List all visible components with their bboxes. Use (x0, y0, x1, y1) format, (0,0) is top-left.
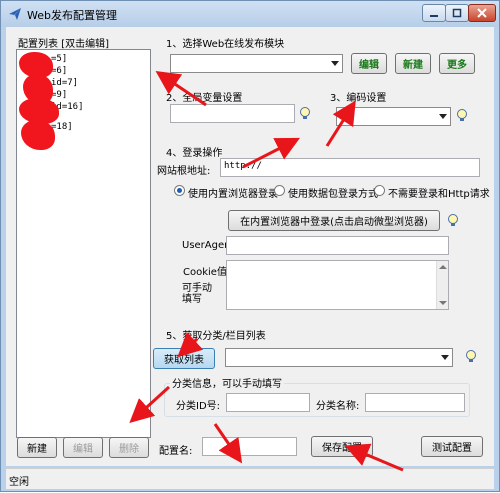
cookie-label: Cookie值: (183, 267, 231, 278)
save-config-button[interactable]: 保存配置 (311, 436, 373, 457)
category-info-title: 分类信息，可以手动填写 (170, 375, 284, 390)
manual-fill-hint: 可手动填写 (182, 283, 212, 305)
radio-packet-login-label[interactable]: 使用数据包登录方式 (288, 185, 378, 200)
category-select[interactable] (225, 348, 453, 367)
config-listbox[interactable]: =5] =6] id=7] =9] id=16] =18] (16, 49, 151, 438)
root-url-label: 网站根地址: (157, 166, 211, 177)
list-item[interactable]: =9] (51, 90, 67, 100)
root-url-input[interactable]: http:// (220, 158, 480, 177)
useragent-input[interactable] (226, 236, 449, 255)
category-name-label: 分类名称: (316, 401, 360, 412)
help-bulb-icon[interactable] (298, 106, 312, 120)
fetch-list-button[interactable]: 获取列表 (153, 348, 215, 369)
radio-builtin-browser-label[interactable]: 使用内置浏览器登录 (188, 185, 278, 200)
edit-module-button[interactable]: 编辑 (351, 53, 387, 74)
section1-title: 1、选择Web在线发布模块 (166, 39, 285, 50)
category-id-label: 分类ID号: (176, 401, 221, 412)
config-list-header: 配置列表 [双击编辑] (18, 39, 109, 50)
new-module-button[interactable]: 新建 (395, 53, 431, 74)
delete-config-button[interactable]: 删除 (109, 437, 149, 458)
section3-title: 3、编码设置 (330, 93, 387, 104)
builtin-login-button[interactable]: 在内置浏览器中登录(点击启动微型浏览器) (228, 210, 440, 231)
more-module-button[interactable]: 更多 (439, 53, 475, 74)
scroll-down-icon (439, 301, 447, 305)
radio-no-login-label[interactable]: 不需要登录和Http请求 (388, 185, 490, 200)
category-id-input[interactable] (226, 393, 310, 412)
minimize-icon (430, 15, 438, 17)
config-name-input[interactable] (202, 437, 297, 456)
help-bulb-icon[interactable] (464, 349, 478, 363)
scroll-up-icon (439, 265, 447, 269)
section4-title: 4、登录操作 (166, 148, 223, 159)
list-item[interactable]: =6] (51, 66, 67, 76)
redaction-mark (21, 120, 55, 150)
title-bar[interactable]: Web发布配置管理 (1, 1, 499, 27)
close-button[interactable] (468, 4, 496, 22)
close-icon (477, 8, 487, 18)
help-bulb-icon[interactable] (446, 213, 460, 227)
section5-title: 5、获取分类/栏目列表 (166, 331, 266, 342)
cookie-scrollbar[interactable] (436, 261, 448, 309)
maximize-button[interactable] (445, 4, 469, 22)
window-title: Web发布配置管理 (27, 9, 117, 22)
global-variables-input[interactable] (170, 104, 295, 123)
minimize-button[interactable] (422, 4, 446, 22)
status-bar: 空闲 (6, 468, 494, 489)
cookie-textarea[interactable] (226, 260, 449, 310)
chevron-down-icon (441, 355, 449, 360)
list-item[interactable]: =5] (51, 54, 67, 64)
radio-builtin-browser[interactable] (174, 185, 185, 196)
chevron-down-icon (331, 61, 339, 66)
category-name-input[interactable] (365, 393, 465, 412)
maximize-icon (452, 8, 462, 18)
test-config-button[interactable]: 测试配置 (421, 436, 483, 457)
encoding-select[interactable] (336, 107, 451, 126)
status-text: 空闲 (9, 477, 29, 488)
main-window: Web发布配置管理 配置列表 [双击编辑] =5] =6] id=7] =9] … (0, 0, 500, 492)
new-config-button[interactable]: 新建 (17, 437, 57, 458)
client-area: 配置列表 [双击编辑] =5] =6] id=7] =9] id=16] =18… (6, 27, 494, 466)
radio-no-login[interactable] (374, 185, 385, 196)
edit-config-button[interactable]: 编辑 (63, 437, 103, 458)
chevron-down-icon (439, 114, 447, 119)
help-bulb-icon[interactable] (455, 108, 469, 122)
module-select[interactable] (170, 54, 343, 73)
radio-packet-login[interactable] (274, 185, 285, 196)
list-item[interactable]: id=7] (51, 78, 78, 88)
config-name-label: 配置名: (159, 446, 193, 457)
section2-title: 2、全局变量设置 (166, 93, 243, 104)
paper-plane-icon (9, 8, 21, 20)
